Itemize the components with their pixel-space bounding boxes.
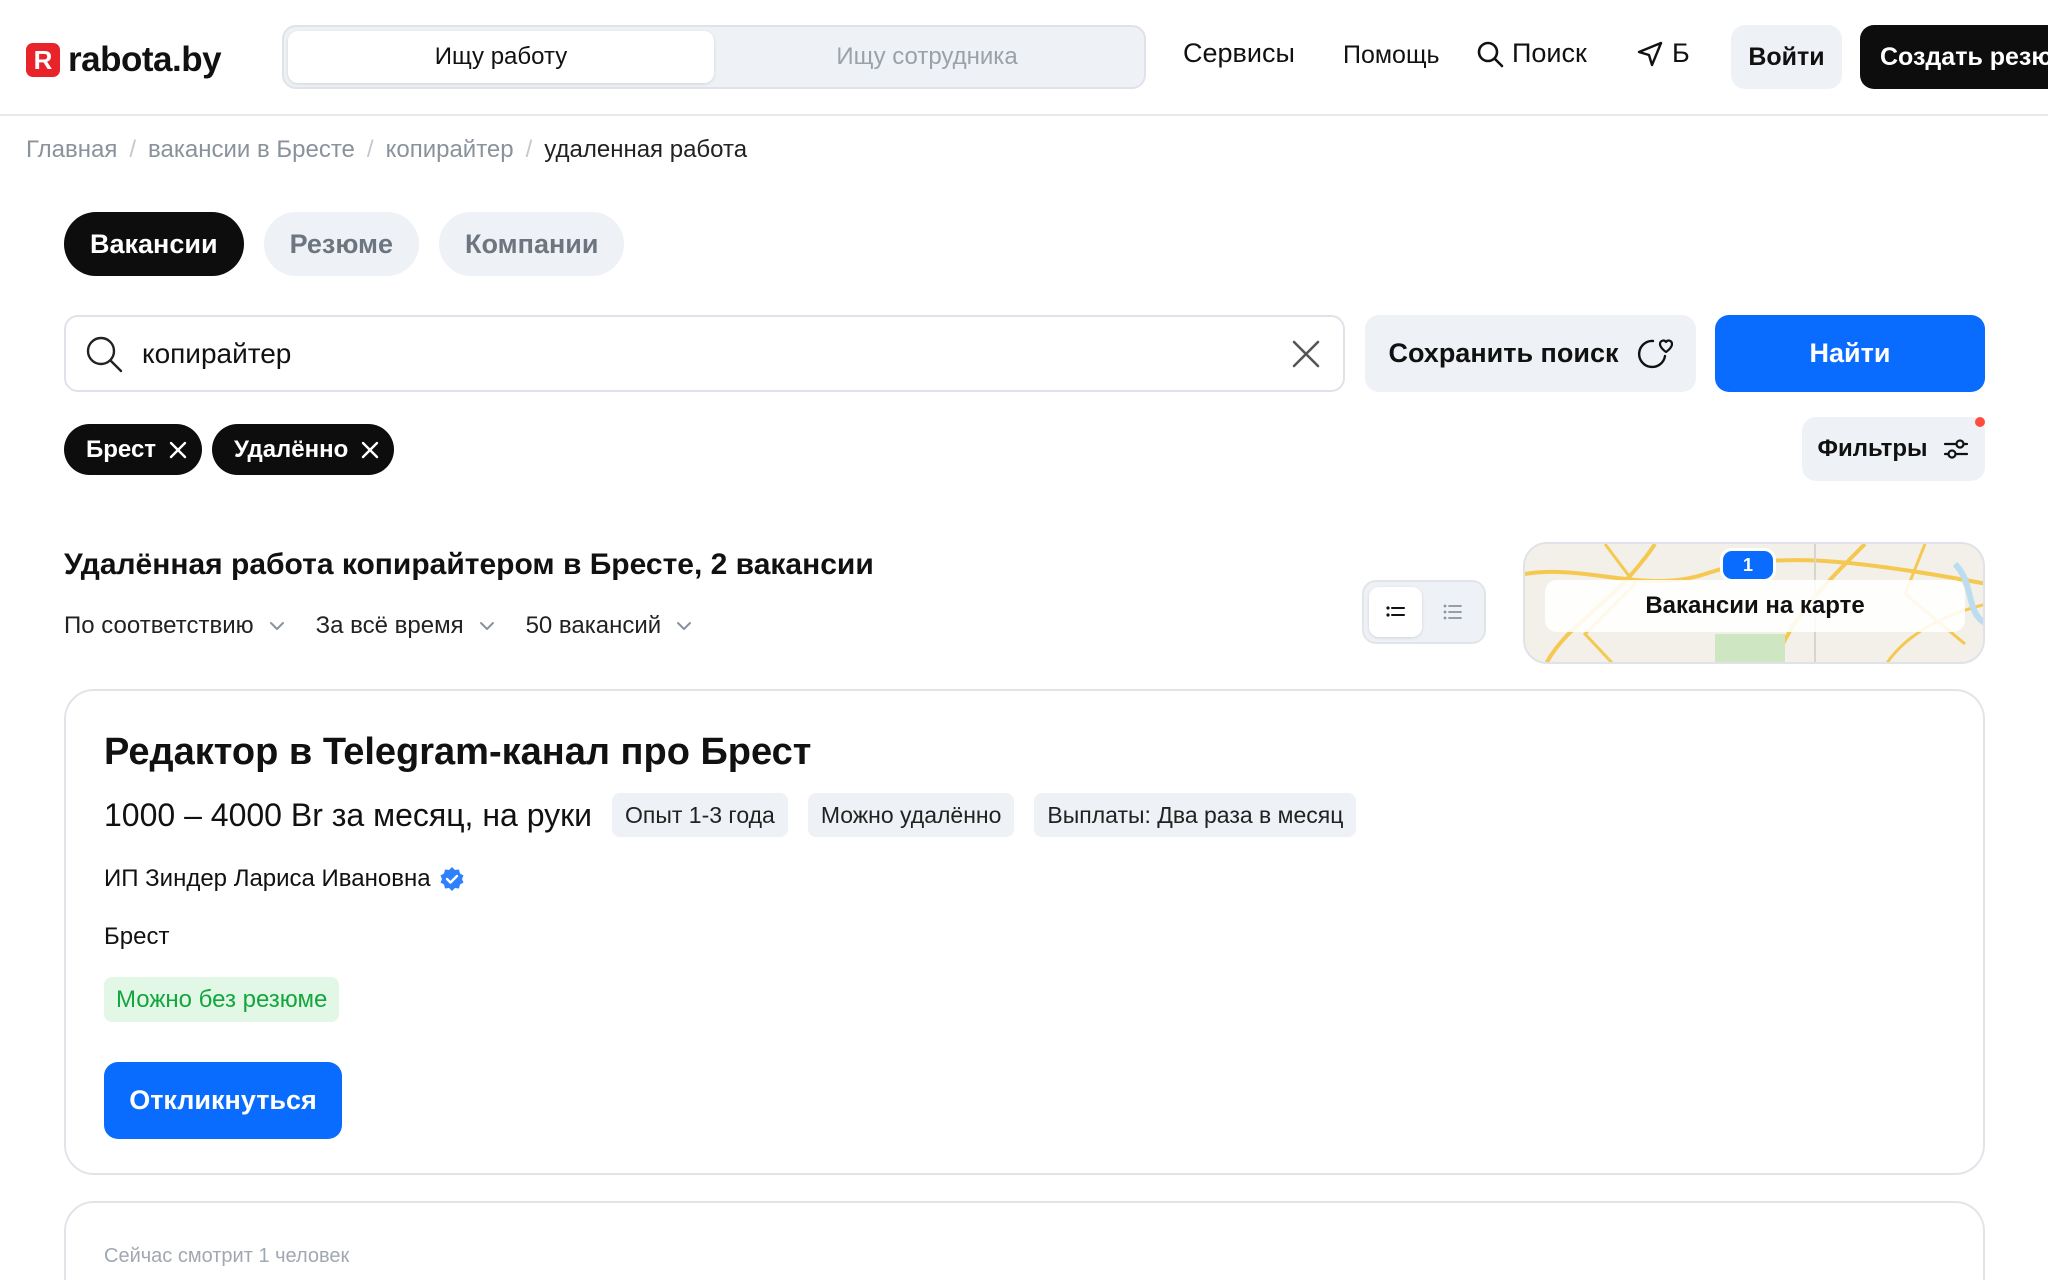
view-list-detailed[interactable]	[1369, 587, 1422, 637]
breadcrumb-copywriter[interactable]: копирайтер	[386, 136, 514, 164]
vacancy-card[interactable]: Редактор в Telegram-канал про Брест 1000…	[64, 689, 1985, 1175]
map-preview-card[interactable]: 1 Вакансии на карте	[1523, 542, 1985, 664]
nav-search-label: Поиск	[1512, 38, 1587, 68]
sort-controls: По соответствию За всё время 50 вакансий	[64, 612, 693, 640]
search-value[interactable]: копирайтер	[142, 338, 1289, 370]
login-button[interactable]: Войти	[1731, 25, 1842, 89]
compact-list-icon	[1443, 604, 1462, 620]
breadcrumb-vacancies-brest[interactable]: вакансии в Бресте	[148, 136, 355, 164]
vacancy-city: Брест	[104, 923, 170, 950]
nav-help[interactable]: Помощь	[1343, 41, 1440, 70]
no-resume-badge: Можно без резюме	[104, 977, 340, 1022]
sort-order-dropdown[interactable]: По соответствию	[64, 612, 286, 640]
map-pin[interactable]: 1	[1720, 548, 1776, 582]
close-icon[interactable]	[360, 440, 380, 460]
heart-refresh-icon	[1637, 338, 1673, 368]
per-page-dropdown[interactable]: 50 вакансий	[526, 612, 694, 640]
close-icon[interactable]	[1289, 337, 1323, 371]
search-icon	[86, 336, 123, 372]
role-employer[interactable]: Ищу сотрудника	[714, 31, 1140, 83]
search-type-tabs: Вакансии Резюме Компании	[64, 212, 625, 276]
nav-search[interactable]: Поиск	[1476, 38, 1587, 69]
breadcrumb-separator: /	[129, 136, 137, 163]
view-list-compact[interactable]	[1426, 587, 1479, 637]
breadcrumb-separator: /	[525, 136, 533, 163]
apply-button[interactable]: Откликнуться	[104, 1062, 342, 1139]
tab-companies[interactable]: Компании	[439, 212, 625, 276]
map-label: Вакансии на карте	[1545, 580, 1965, 632]
logo[interactable]: R rabota.by	[26, 40, 222, 80]
nav-location[interactable]: Б	[1636, 38, 1690, 69]
search-input[interactable]: копирайтер	[64, 315, 1345, 392]
vacancy-salary: 1000 – 4000 Br за месяц, на руки	[104, 796, 592, 833]
per-page-value: 50 вакансий	[525, 612, 662, 639]
sliders-icon	[1943, 439, 1968, 459]
filters-indicator-dot	[1975, 417, 1985, 427]
role-switch: Ищу работу Ищу сотрудника	[282, 25, 1146, 89]
vacancy-title[interactable]: Редактор в Telegram-канал про Брест	[104, 731, 811, 774]
list-icon	[1385, 606, 1405, 617]
find-button[interactable]: Найти	[1715, 315, 1985, 392]
chevron-down-icon	[479, 622, 494, 630]
nav-location-label: Б	[1672, 38, 1690, 68]
company-name: ИП Зиндер Лариса Ивановна	[104, 865, 431, 892]
active-filter-chips: Брест Удалённо	[64, 424, 395, 475]
site-header: R rabota.by Ищу работу Ищу сотрудника Се…	[0, 0, 2048, 116]
chip-label: Удалённо	[234, 435, 349, 463]
watching-count: Сейчас смотрит 1 человек	[104, 1245, 350, 1267]
breadcrumb-current: удаленная работа	[544, 136, 748, 163]
close-icon[interactable]	[168, 440, 188, 460]
logo-text: rabota.by	[68, 40, 222, 79]
breadcrumb-home[interactable]: Главная	[26, 136, 117, 164]
chevron-down-icon	[269, 622, 284, 630]
verified-badge-icon	[440, 867, 464, 891]
period-dropdown[interactable]: За всё время	[316, 612, 496, 640]
tag-experience: Опыт 1-3 года	[612, 793, 788, 837]
vacancy-card[interactable]: Сейчас смотрит 1 человек	[64, 1201, 1985, 1280]
chip-label: Брест	[86, 435, 157, 463]
logo-mark: R	[26, 43, 60, 77]
search-icon	[1477, 41, 1504, 67]
filters-button[interactable]: Фильтры	[1802, 417, 1985, 481]
tag-remote: Можно удалённо	[807, 793, 1015, 837]
breadcrumb-separator: /	[366, 136, 374, 163]
chip-remote[interactable]: Удалённо	[212, 424, 395, 475]
period-value: За всё время	[315, 612, 464, 639]
role-job-seeker[interactable]: Ищу работу	[288, 31, 714, 83]
nav-services[interactable]: Сервисы	[1183, 38, 1295, 69]
breadcrumb: Главная / вакансии в Бресте / копирайтер…	[26, 136, 747, 164]
vacancy-salary-row: 1000 – 4000 Br за месяц, на руки Опыт 1-…	[104, 793, 1357, 837]
view-mode-toggle	[1362, 580, 1486, 644]
chevron-down-icon	[677, 622, 692, 630]
tab-resumes[interactable]: Резюме	[263, 212, 420, 276]
filters-label: Фильтры	[1817, 435, 1928, 462]
chip-brest[interactable]: Брест	[64, 424, 203, 475]
results-title: Удалённая работа копирайтером в Бресте, …	[64, 548, 874, 581]
tag-payments: Выплаты: Два раза в месяц	[1034, 793, 1357, 837]
save-search-button[interactable]: Сохранить поиск	[1365, 315, 1696, 392]
tab-vacancies[interactable]: Вакансии	[64, 212, 244, 276]
sort-order-value: По соответствию	[64, 612, 254, 639]
vacancy-company[interactable]: ИП Зиндер Лариса Ивановна	[104, 865, 465, 893]
location-arrow-icon	[1637, 41, 1663, 66]
create-resume-button[interactable]: Создать резюме	[1860, 25, 2048, 89]
save-search-label: Сохранить поиск	[1388, 338, 1619, 368]
